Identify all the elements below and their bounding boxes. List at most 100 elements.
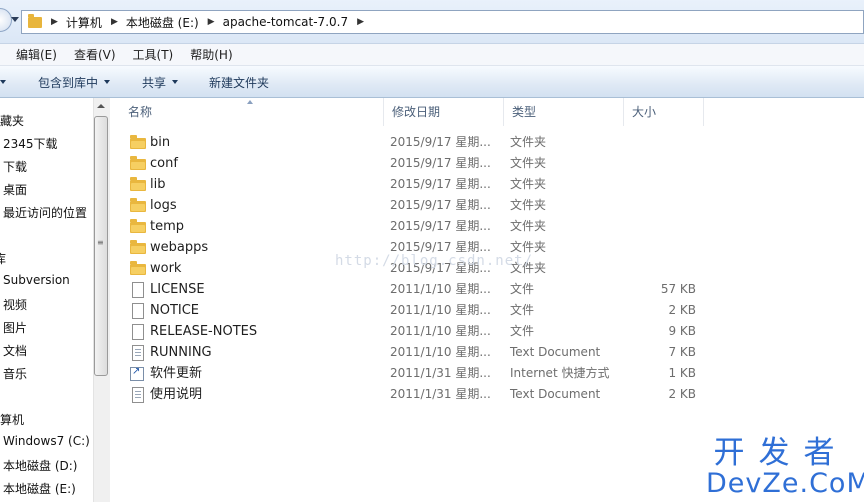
file-date: 2015/9/17 星期... <box>390 135 491 149</box>
nav-favorites[interactable]: 收藏夹 <box>0 112 24 129</box>
nav-drive-d[interactable]: 本地磁盘 (D:) <box>3 457 77 474</box>
nav-desktop[interactable]: 桌面 <box>3 181 27 198</box>
nav-music[interactable]: 音乐 <box>3 365 27 382</box>
file-type: Internet 快捷方式 <box>510 366 610 380</box>
menu-bar: 编辑(E) 查看(V) 工具(T) 帮助(H) <box>0 44 864 66</box>
include-in-library-dropdown-icon[interactable] <box>104 80 110 84</box>
file-type: 文件夹 <box>510 177 547 191</box>
file-type: 文件 <box>510 303 535 317</box>
internet-shortcut-icon <box>130 366 144 381</box>
file-row[interactable]: 软件更新 2011/1/31 星期... Internet 快捷方式 1 KB <box>110 363 864 384</box>
menu-edit[interactable]: 编辑(E) <box>16 46 57 63</box>
address-bar[interactable]: ▶ 计算机 ▶ 本地磁盘 (E:) ▶ apache-tomcat-7.0.7 … <box>21 10 864 34</box>
folder-icon <box>130 240 146 254</box>
file-size <box>626 153 696 174</box>
file-size: 2 KB <box>668 387 696 401</box>
nav-documents[interactable]: 文档 <box>3 342 27 359</box>
file-size <box>626 174 696 195</box>
file-type: 文件夹 <box>510 135 547 149</box>
scroll-grip-icon: ≡ <box>97 238 104 247</box>
column-date-label: 修改日期 <box>392 105 441 119</box>
file-date: 2011/1/10 星期... <box>390 282 491 296</box>
file-date: 2015/9/17 星期... <box>390 156 491 170</box>
file-name: lib <box>150 177 166 192</box>
nav-2345-downloads[interactable]: 2345下载 <box>3 135 58 152</box>
text-document-icon <box>132 387 144 403</box>
file-row[interactable]: RUNNING 2011/1/10 星期... Text Document 7 KB <box>110 342 864 363</box>
column-header-type[interactable]: 类型 <box>504 98 624 126</box>
breadcrumb-computer[interactable]: 计算机 <box>66 14 102 31</box>
nav-videos[interactable]: 视频 <box>3 296 27 313</box>
file-size: 9 KB <box>668 324 696 338</box>
breadcrumb-chevron-icon[interactable]: ▶ <box>208 17 215 27</box>
file-size <box>626 132 696 153</box>
logo-chinese-text: 开发者 <box>713 435 849 471</box>
breadcrumb-tomcat-folder[interactable]: apache-tomcat-7.0.7 <box>223 15 349 29</box>
nav-drive-e[interactable]: 本地磁盘 (E:) <box>3 480 76 497</box>
sort-ascending-icon <box>247 100 253 104</box>
file-name: temp <box>150 219 185 234</box>
scroll-up-arrow-icon[interactable] <box>97 104 105 108</box>
file-name: bin <box>150 135 171 150</box>
menu-view[interactable]: 查看(V) <box>74 46 116 63</box>
file-row[interactable]: temp 2015/9/17 星期... 文件夹 <box>110 216 864 237</box>
breadcrumb-chevron-icon[interactable]: ▶ <box>111 17 118 27</box>
file-type: 文件夹 <box>510 198 547 212</box>
new-folder-button[interactable]: 新建文件夹 <box>209 74 269 91</box>
recent-pages-dropdown-icon[interactable] <box>11 17 19 22</box>
file-icon <box>132 303 144 319</box>
file-date: 2015/9/17 星期... <box>390 219 491 233</box>
file-row[interactable]: conf 2015/9/17 星期... 文件夹 <box>110 153 864 174</box>
file-date: 2011/1/10 星期... <box>390 324 491 338</box>
breadcrumb-chevron-icon[interactable]: ▶ <box>51 17 58 27</box>
file-row[interactable]: NOTICE 2011/1/10 星期... 文件 2 KB <box>110 300 864 321</box>
file-type: 文件夹 <box>510 219 547 233</box>
file-row[interactable]: lib 2015/9/17 星期... 文件夹 <box>110 174 864 195</box>
command-toolbar: 包含到库中 共享 新建文件夹 <box>0 66 864 98</box>
logo-english-text: DevZe.CoM <box>706 468 864 499</box>
file-date: 2011/1/10 星期... <box>390 345 491 359</box>
file-size <box>626 237 696 258</box>
watermark: http://blog.csdn.net/ <box>335 253 534 269</box>
file-row[interactable]: logs 2015/9/17 星期... 文件夹 <box>110 195 864 216</box>
nav-libraries[interactable]: 库 <box>0 250 6 267</box>
share-button[interactable]: 共享 <box>142 74 166 91</box>
column-type-label: 类型 <box>512 105 537 119</box>
file-size <box>626 195 696 216</box>
include-in-library-button[interactable]: 包含到库中 <box>38 74 98 91</box>
file-type: 文件 <box>510 282 535 296</box>
file-date: 2015/9/17 星期... <box>390 177 491 191</box>
nav-subversion[interactable]: Subversion <box>3 273 70 287</box>
file-name: logs <box>150 198 177 213</box>
file-name: LICENSE <box>150 282 205 297</box>
share-dropdown-icon[interactable] <box>172 80 178 84</box>
file-row[interactable]: RELEASE-NOTES 2011/1/10 星期... 文件 9 KB <box>110 321 864 342</box>
nav-recent-places[interactable]: 最近访问的位置 <box>3 204 87 221</box>
file-name: webapps <box>150 240 209 255</box>
text-document-icon <box>132 345 144 361</box>
menu-tools[interactable]: 工具(T) <box>133 46 174 63</box>
column-header-date[interactable]: 修改日期 <box>384 98 504 126</box>
file-date: 2015/9/17 星期... <box>390 198 491 212</box>
folder-icon <box>130 135 146 149</box>
column-header-size[interactable]: 大小 <box>624 98 704 126</box>
menu-help[interactable]: 帮助(H) <box>190 46 232 63</box>
file-row[interactable]: bin 2015/9/17 星期... 文件夹 <box>110 132 864 153</box>
nav-computer[interactable]: 计算机 <box>0 411 24 428</box>
organize-dropdown-icon[interactable] <box>0 80 6 84</box>
file-type: 文件 <box>510 324 535 338</box>
file-type: Text Document <box>510 345 601 359</box>
nav-drive-c[interactable]: Windows7 (C:) <box>3 434 90 448</box>
nav-pictures[interactable]: 图片 <box>3 319 27 336</box>
nav-downloads[interactable]: 下载 <box>3 158 27 175</box>
devze-logo: 开发者 DevZe.CoM <box>706 435 864 499</box>
file-name: 使用说明 <box>150 387 203 402</box>
file-row[interactable]: LICENSE 2011/1/10 星期... 文件 57 KB <box>110 279 864 300</box>
file-row[interactable]: 使用说明 2011/1/31 星期... Text Document 2 KB <box>110 384 864 405</box>
folder-icon <box>28 13 42 28</box>
breadcrumb-drive-e[interactable]: 本地磁盘 (E:) <box>126 14 199 31</box>
file-size: 57 KB <box>660 282 696 296</box>
column-name-label: 名称 <box>128 105 153 119</box>
breadcrumb-chevron-icon[interactable]: ▶ <box>357 17 364 27</box>
folder-icon <box>130 198 146 212</box>
